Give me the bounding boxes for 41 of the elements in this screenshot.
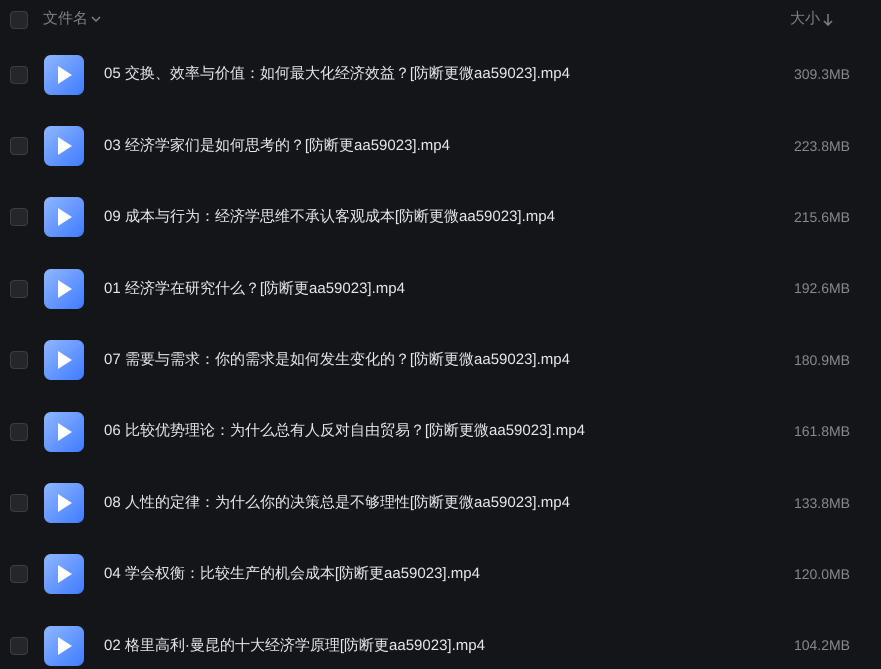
chevron-down-icon [91, 16, 101, 23]
checkbox[interactable] [10, 494, 28, 512]
file-name[interactable]: 08 人性的定律：为什么你的决策总是不够理性[防断更微aa59023].mp4 [104, 492, 570, 514]
checkbox[interactable] [10, 10, 28, 28]
video-file-icon [44, 268, 84, 309]
file-name[interactable]: 07 需要与需求：你的需求是如何发生变化的？[防断更微aa59023].mp4 [104, 349, 570, 372]
file-size: 180.9MB [794, 350, 850, 370]
size-column-header[interactable]: 大小 [790, 8, 833, 31]
file-size: 223.8MB [794, 136, 850, 156]
file-size: 215.6MB [794, 208, 850, 227]
checkbox[interactable] [10, 565, 28, 584]
checkbox[interactable] [10, 208, 28, 226]
file-size: 192.6MB [794, 279, 850, 298]
file-name[interactable]: 03 经济学家们是如何思考的？[防断更aa59023].mp4 [104, 134, 450, 158]
video-file-icon [44, 126, 84, 166]
file-size: 120.0MB [794, 564, 850, 584]
video-file-icon [44, 340, 84, 380]
video-file-icon [44, 197, 84, 238]
file-name[interactable]: 02 格里高利·曼昆的十大经济学原理[防断更aa59023].mp4 [104, 634, 485, 658]
checkbox[interactable] [10, 66, 28, 84]
video-file-icon [44, 54, 84, 95]
file-name[interactable]: 04 学会权衡：比较生产的机会成本[防断更aa59023].mp4 [104, 563, 480, 586]
file-name[interactable]: 06 比较优势理论：为什么总有人反对自由贸易？[防断更微aa59023].mp4 [104, 420, 585, 443]
video-file-icon [44, 626, 84, 666]
checkbox[interactable] [10, 280, 28, 298]
file-name[interactable]: 09 成本与行为：经济学思维不承认客观成本[防断更微aa59023].mp4 [104, 206, 555, 229]
video-file-icon [44, 483, 84, 524]
file-size: 104.2MB [794, 636, 850, 656]
name-column-header[interactable]: 文件名 [43, 8, 101, 31]
checkbox[interactable] [10, 636, 28, 655]
video-file-icon [44, 554, 84, 594]
file-size: 309.3MB [794, 65, 850, 84]
file-size: 133.8MB [794, 494, 850, 513]
checkbox[interactable] [10, 351, 28, 370]
arrow-down-icon [823, 13, 833, 26]
video-file-icon [44, 412, 84, 452]
file-name[interactable]: 05 交换、效率与价值：如何最大化经济效益？[防断更微aa59023].mp4 [104, 63, 570, 86]
checkbox[interactable] [10, 137, 28, 156]
file-size: 161.8MB [794, 422, 850, 442]
file-name[interactable]: 01 经济学在研究什么？[防断更aa59023].mp4 [104, 278, 405, 300]
checkbox[interactable] [10, 422, 28, 441]
